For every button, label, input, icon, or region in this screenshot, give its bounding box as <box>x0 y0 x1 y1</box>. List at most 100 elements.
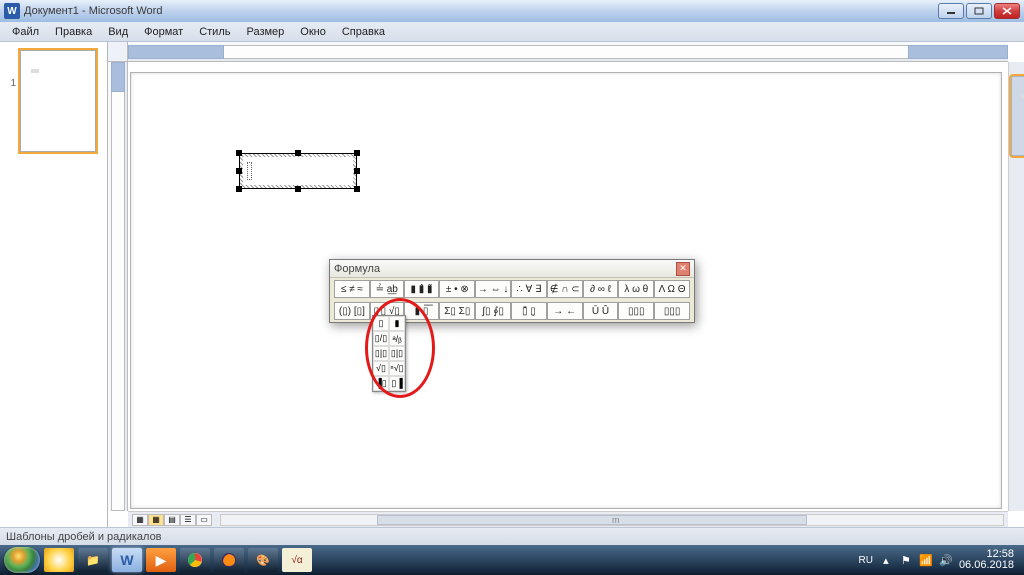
start-button[interactable] <box>4 547 40 573</box>
sym-spaces[interactable]: ≟ a͟b <box>370 280 404 298</box>
language-indicator[interactable]: RU <box>858 555 872 566</box>
horizontal-scrollbar[interactable]: ▦ ▦ ▤ ☰ ▭ m <box>128 511 1008 527</box>
vertical-ruler[interactable] <box>108 62 128 511</box>
tmpl-matrix[interactable]: ▯▯▯ <box>618 302 654 320</box>
sym-misc[interactable]: ∂ ∞ ℓ <box>583 280 619 298</box>
formula-titlebar[interactable]: Формула ✕ <box>330 260 694 278</box>
maximize-button[interactable] <box>966 3 992 19</box>
clock[interactable]: 12:58 06.06.2018 <box>959 549 1014 571</box>
tmpl-products[interactable]: Ū Û <box>583 302 619 320</box>
menu-help[interactable]: Справка <box>334 24 393 40</box>
formula-toolbar[interactable]: Формула ✕ ≤ ≠ ≈ ≟ a͟b ▮ ▮̂ ▮̃ ± • ⊗ → ⇔ … <box>329 259 695 323</box>
formula-title: Формула <box>334 263 676 275</box>
vertical-scrollbar[interactable] <box>1008 62 1024 511</box>
resize-handle-ml[interactable] <box>236 168 242 174</box>
app-icon: W <box>4 3 20 19</box>
close-button[interactable] <box>994 3 1020 19</box>
status-text: Шаблоны дробей и радикалов <box>6 531 162 543</box>
ruler-corner <box>108 42 128 62</box>
firefox-icon <box>221 552 237 568</box>
minimize-button[interactable] <box>938 3 964 19</box>
resize-handle-tr[interactable] <box>354 150 360 156</box>
window-title: Документ1 - Microsoft Word <box>24 5 162 17</box>
sym-settheory[interactable]: ∉ ∩ ⊂ <box>547 280 583 298</box>
tray-flag-icon[interactable]: ⚑ <box>899 553 913 567</box>
menu-format[interactable]: Формат <box>136 24 191 40</box>
horizontal-ruler[interactable] <box>128 42 1008 62</box>
tmpl-summation[interactable]: Σ▯ Σ▯ <box>439 302 475 320</box>
frac-opt-3-0[interactable]: √▯ <box>373 361 389 376</box>
menu-edit[interactable]: Правка <box>47 24 100 40</box>
sym-embellish[interactable]: ▮ ▮̂ ▮̃ <box>404 280 440 298</box>
resize-handle-br[interactable] <box>354 186 360 192</box>
view-btn-outline[interactable]: ☰ <box>180 514 196 526</box>
tmpl-boxes[interactable]: ▯▯▯ <box>654 302 690 320</box>
sym-greek-lower[interactable]: λ ω θ <box>618 280 654 298</box>
formula-row-symbols: ≤ ≠ ≈ ≟ a͟b ▮ ▮̂ ▮̃ ± • ⊗ → ⇔ ↓ ∴ ∀ ∃ ∉ … <box>330 278 694 300</box>
frac-opt-1-0[interactable]: ▯/▯ <box>373 331 389 346</box>
task-mediaplayer[interactable]: ▶ <box>146 548 176 572</box>
status-bar: Шаблоны дробей и радикалов <box>0 527 1024 545</box>
frac-opt-3-1[interactable]: ⁿ√▯ <box>389 361 405 376</box>
frac-opt-0-0[interactable]: ▯ <box>373 316 389 331</box>
view-btn-print[interactable]: ▤ <box>164 514 180 526</box>
view-btn-web[interactable]: ▦ <box>148 514 164 526</box>
frac-opt-2-1[interactable]: ▯|▯ <box>389 346 405 361</box>
frac-opt-4-0[interactable]: ▐▯ <box>373 376 389 391</box>
tmpl-overbar[interactable]: ▯̄ ▯̣ <box>511 302 547 320</box>
tray-volume-icon[interactable]: 🔊 <box>939 553 953 567</box>
sym-greek-upper[interactable]: Λ Ω Θ <box>654 280 690 298</box>
task-word[interactable]: W <box>112 548 142 572</box>
view-btn-normal[interactable]: ▦ <box>132 514 148 526</box>
menu-view[interactable]: Вид <box>100 24 136 40</box>
tray-chevron-icon[interactable]: ▴ <box>879 553 893 567</box>
tmpl-integral[interactable]: ∫▯ ∮▯ <box>475 302 511 320</box>
resize-handle-mr[interactable] <box>354 168 360 174</box>
menu-file[interactable]: Файл <box>4 24 47 40</box>
menu-style[interactable]: Стиль <box>191 24 238 40</box>
frac-opt-1-1[interactable]: ᵃ/ᵦ <box>389 331 405 346</box>
chrome-icon <box>187 552 203 568</box>
tray-network-icon[interactable]: 📶 <box>919 553 933 567</box>
task-firefox[interactable] <box>214 548 244 572</box>
sym-relational[interactable]: ≤ ≠ ≈ <box>334 280 370 298</box>
frac-opt-0-1[interactable]: ▮ <box>389 316 405 331</box>
frac-opt-4-1[interactable]: ▯▐ <box>389 376 405 391</box>
menu-size[interactable]: Размер <box>238 24 292 40</box>
clock-date: 06.06.2018 <box>959 560 1014 571</box>
task-yandex[interactable] <box>44 548 74 572</box>
tmpl-labeled-arrow[interactable]: → ← <box>547 302 583 320</box>
resize-handle-tm[interactable] <box>295 150 301 156</box>
menu-window[interactable]: Окно <box>292 24 334 40</box>
view-btn-reading[interactable]: ▭ <box>196 514 212 526</box>
titlebar: W Документ1 - Microsoft Word <box>0 0 1024 22</box>
task-explorer[interactable]: 📁 <box>78 548 108 572</box>
equation-cursor <box>247 162 252 180</box>
resize-handle-tl[interactable] <box>236 150 242 156</box>
thumbnail-number: 1 <box>4 78 16 89</box>
sym-operators[interactable]: ± • ⊗ <box>439 280 475 298</box>
sym-arrows[interactable]: → ⇔ ↓ <box>475 280 511 298</box>
tmpl-subscript[interactable]: ▮̂ ▯͞ <box>404 302 440 320</box>
fraction-templates-dropdown[interactable]: ▯▮ ▯/▯ᵃ/ᵦ ▯|▯▯|▯ √▯ⁿ√▯ ▐▯▯▐ <box>372 315 406 392</box>
vscroll-thumb[interactable] <box>1011 76 1024 156</box>
menubar: Файл Правка Вид Формат Стиль Размер Окно… <box>0 22 1024 42</box>
system-tray: RU ▴ ⚑ 📶 🔊 12:58 06.06.2018 <box>852 549 1020 571</box>
folder-icon: 📁 <box>86 554 100 567</box>
hscroll-track[interactable]: m <box>220 514 1004 526</box>
resize-handle-bl[interactable] <box>236 186 242 192</box>
formula-close-button[interactable]: ✕ <box>676 262 690 276</box>
page-thumbnail[interactable] <box>20 50 96 152</box>
sym-logical[interactable]: ∴ ∀ ∃ <box>511 280 547 298</box>
task-mathtype[interactable]: √α <box>282 548 312 572</box>
palette-icon: 🎨 <box>256 554 270 567</box>
taskbar: 📁 W ▶ 🎨 √α RU ▴ ⚑ 📶 🔊 12:58 06.06.2018 <box>0 545 1024 575</box>
resize-handle-bm[interactable] <box>295 186 301 192</box>
tmpl-fences[interactable]: (▯) [▯] <box>334 302 370 320</box>
task-paint[interactable]: 🎨 <box>248 548 278 572</box>
equation-object[interactable] <box>239 153 357 189</box>
thumbnail-pane: 1 <box>0 42 108 527</box>
frac-opt-2-0[interactable]: ▯|▯ <box>373 346 389 361</box>
task-chrome[interactable] <box>180 548 210 572</box>
hscroll-label: m <box>612 515 620 525</box>
